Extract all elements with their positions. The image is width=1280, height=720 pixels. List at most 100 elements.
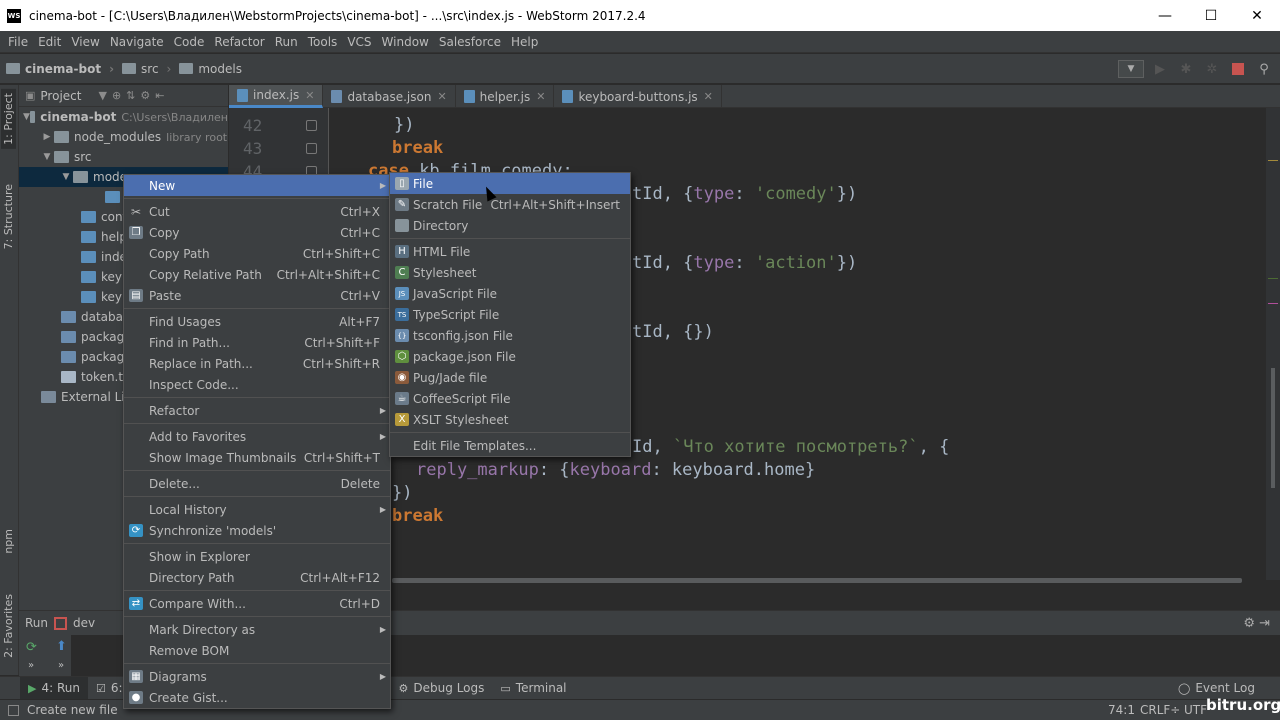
fold-marker-icon[interactable] [306,143,317,154]
menu-item-new[interactable]: New ▶ [124,175,390,196]
scroll-up-icon[interactable]: ⬆ [56,639,67,654]
menu-file[interactable]: File [3,35,33,49]
menu-item-inspect-code[interactable]: Inspect Code... [124,374,390,395]
menu-item-html-file[interactable]: H HTML File [390,241,630,262]
menu-item-file[interactable]: ▯ File [390,173,630,194]
menu-tools[interactable]: Tools [303,35,343,49]
change-marker[interactable] [1268,303,1278,304]
breadcrumb-item-project[interactable]: cinema-bot › [6,62,114,76]
menu-item-directory[interactable]: Directory [390,215,630,236]
menu-view[interactable]: View [66,35,104,49]
hide-icon[interactable]: ⇤ [155,89,164,102]
menu-item-copy[interactable]: ❐ Copy Ctrl+C [124,222,390,243]
menu-item-copy-path[interactable]: Copy Path Ctrl+Shift+C [124,243,390,264]
menu-item-synchronize-models[interactable]: ⟳ Synchronize 'models' [124,520,390,541]
menu-item-coffeescript-file[interactable]: ☕ CoffeeScript File [390,388,630,409]
menu-item-javascript-file[interactable]: JS JavaScript File [390,283,630,304]
tab-database-json[interactable]: database.json ✕ [323,85,456,108]
editor-error-stripe[interactable] [1266,108,1280,580]
chevron-down-icon[interactable]: ▼ [98,89,106,102]
more-icon[interactable]: » [28,660,34,671]
menu-item-typescript-file[interactable]: TS TypeScript File [390,304,630,325]
collapse-icon[interactable]: ⇅ [126,89,135,102]
menu-code[interactable]: Code [169,35,210,49]
menu-item-copy-relative-path[interactable]: Copy Relative Path Ctrl+Alt+Shift+C [124,264,390,285]
locate-icon[interactable]: ⊕ [112,89,121,102]
tool-windows-toggle-icon[interactable] [8,704,19,716]
tab-keyboard-buttons-js[interactable]: keyboard-buttons.js ✕ [554,85,722,108]
menu-item-local-history[interactable]: Local History ▶ [124,499,390,520]
close-icon[interactable]: ✕ [536,90,545,103]
breadcrumb-item-src[interactable]: src › [122,62,171,76]
menu-item-directory-path[interactable]: Directory Path Ctrl+Alt+F12 [124,567,390,588]
minimize-button[interactable]: — [1142,0,1188,31]
menu-item-cut[interactable]: ✂ Cut Ctrl+X [124,201,390,222]
menu-window[interactable]: Window [377,35,434,49]
stop-button[interactable] [1228,59,1248,79]
menu-item-create-gist[interactable]: ● Create Gist... [124,687,390,708]
tab-index-js[interactable]: index.js ✕ [229,85,324,108]
menu-item-pug-jade-file[interactable]: ◉ Pug/Jade file [390,367,630,388]
menu-item-edit-file-templates[interactable]: Edit File Templates... [390,435,630,456]
menu-vcs[interactable]: VCS [342,35,376,49]
gear-icon[interactable]: ⚙ [140,89,150,102]
scroll-thumb[interactable] [1271,368,1275,488]
menu-item-xslt-stylesheet[interactable]: X XSLT Stylesheet [390,409,630,430]
tool-tab-favorites[interactable]: 2: Favorites [1,590,16,662]
tab-helper-js[interactable]: helper.js ✕ [456,85,555,108]
menu-run[interactable]: Run [270,35,303,49]
menu-item-find-in-path[interactable]: Find in Path... Ctrl+Shift+F [124,332,390,353]
run-config-dropdown[interactable]: ▼ [1118,60,1144,78]
tool-tab-run[interactable]: ▶ 4: Run [20,676,88,700]
run-config-name[interactable]: dev [73,616,95,630]
menu-item-scratch-file[interactable]: ✎ Scratch File Ctrl+Alt+Shift+Insert [390,194,630,215]
change-marker[interactable] [1268,278,1278,279]
menu-edit[interactable]: Edit [33,35,66,49]
line-separator[interactable]: CRLF÷ [1140,703,1180,717]
menu-item-add-to-favorites[interactable]: Add to Favorites ▶ [124,426,390,447]
menu-navigate[interactable]: Navigate [105,35,169,49]
breadcrumb-item-models[interactable]: models [179,62,242,76]
tool-tab-npm[interactable]: npm [1,525,16,558]
warning-marker[interactable] [1268,160,1278,161]
tree-item-node-modules[interactable]: ▶ node_modules library root [19,127,228,147]
close-icon[interactable]: ✕ [437,90,446,103]
menu-item-find-usages[interactable]: Find Usages Alt+F7 [124,311,390,332]
caret-position[interactable]: 74:1 [1108,703,1135,717]
menu-help[interactable]: Help [506,35,543,49]
menu-item-diagrams[interactable]: ▦ Diagrams ▶ [124,666,390,687]
tool-tab-terminal[interactable]: ▭ Terminal [492,677,574,700]
gear-icon[interactable]: ⚙ ⇥ [1243,616,1270,631]
tree-item-src[interactable]: ▼ src [19,147,228,167]
menu-item-show-image-thumbnails[interactable]: Show Image Thumbnails Ctrl+Shift+T [124,447,390,468]
menu-item-package-json-file[interactable]: ⬡ package.json File [390,346,630,367]
tool-tab-structure[interactable]: 7: Structure [1,180,16,253]
close-window-button[interactable]: ✕ [1234,0,1280,31]
fold-marker-icon[interactable] [306,120,317,131]
menu-item-show-in-explorer[interactable]: Show in Explorer [124,546,390,567]
horizontal-scrollbar[interactable] [392,578,1242,583]
menu-item-tsconfig-json-file[interactable]: {} tsconfig.json File [390,325,630,346]
menu-item-mark-directory-as[interactable]: Mark Directory as ▶ [124,619,390,640]
project-panel-title[interactable]: Project [40,89,81,103]
menu-item-replace-in-path[interactable]: Replace in Path... Ctrl+Shift+R [124,353,390,374]
menu-item-delete[interactable]: Delete... Delete [124,473,390,494]
tree-item-root[interactable]: ▼ cinema-bot C:\Users\Владилен [19,107,228,127]
close-icon[interactable]: ✕ [305,89,314,102]
menu-item-paste[interactable]: ▤ Paste Ctrl+V [124,285,390,306]
coverage-button[interactable]: ✲ [1202,59,1222,79]
search-everywhere-button[interactable]: ⚲ [1254,59,1274,79]
run-button[interactable]: ▶ [1150,59,1170,79]
rerun-icon[interactable]: ⟳ [26,640,37,655]
tool-tab-project[interactable]: 1: Project [1,89,16,149]
more-icon[interactable]: » [58,660,64,671]
menu-salesforce[interactable]: Salesforce [434,35,506,49]
menu-item-stylesheet[interactable]: C Stylesheet [390,262,630,283]
tool-tab-debug-logs[interactable]: ⚙ Debug Logs [391,677,493,700]
menu-item-compare-with[interactable]: ⇄ Compare With... Ctrl+D [124,593,390,614]
menu-item-remove-bom[interactable]: Remove BOM [124,640,390,661]
debug-button[interactable]: ✱ [1176,59,1196,79]
menu-refactor[interactable]: Refactor [209,35,269,49]
menu-item-refactor[interactable]: Refactor ▶ [124,400,390,421]
close-icon[interactable]: ✕ [704,90,713,103]
